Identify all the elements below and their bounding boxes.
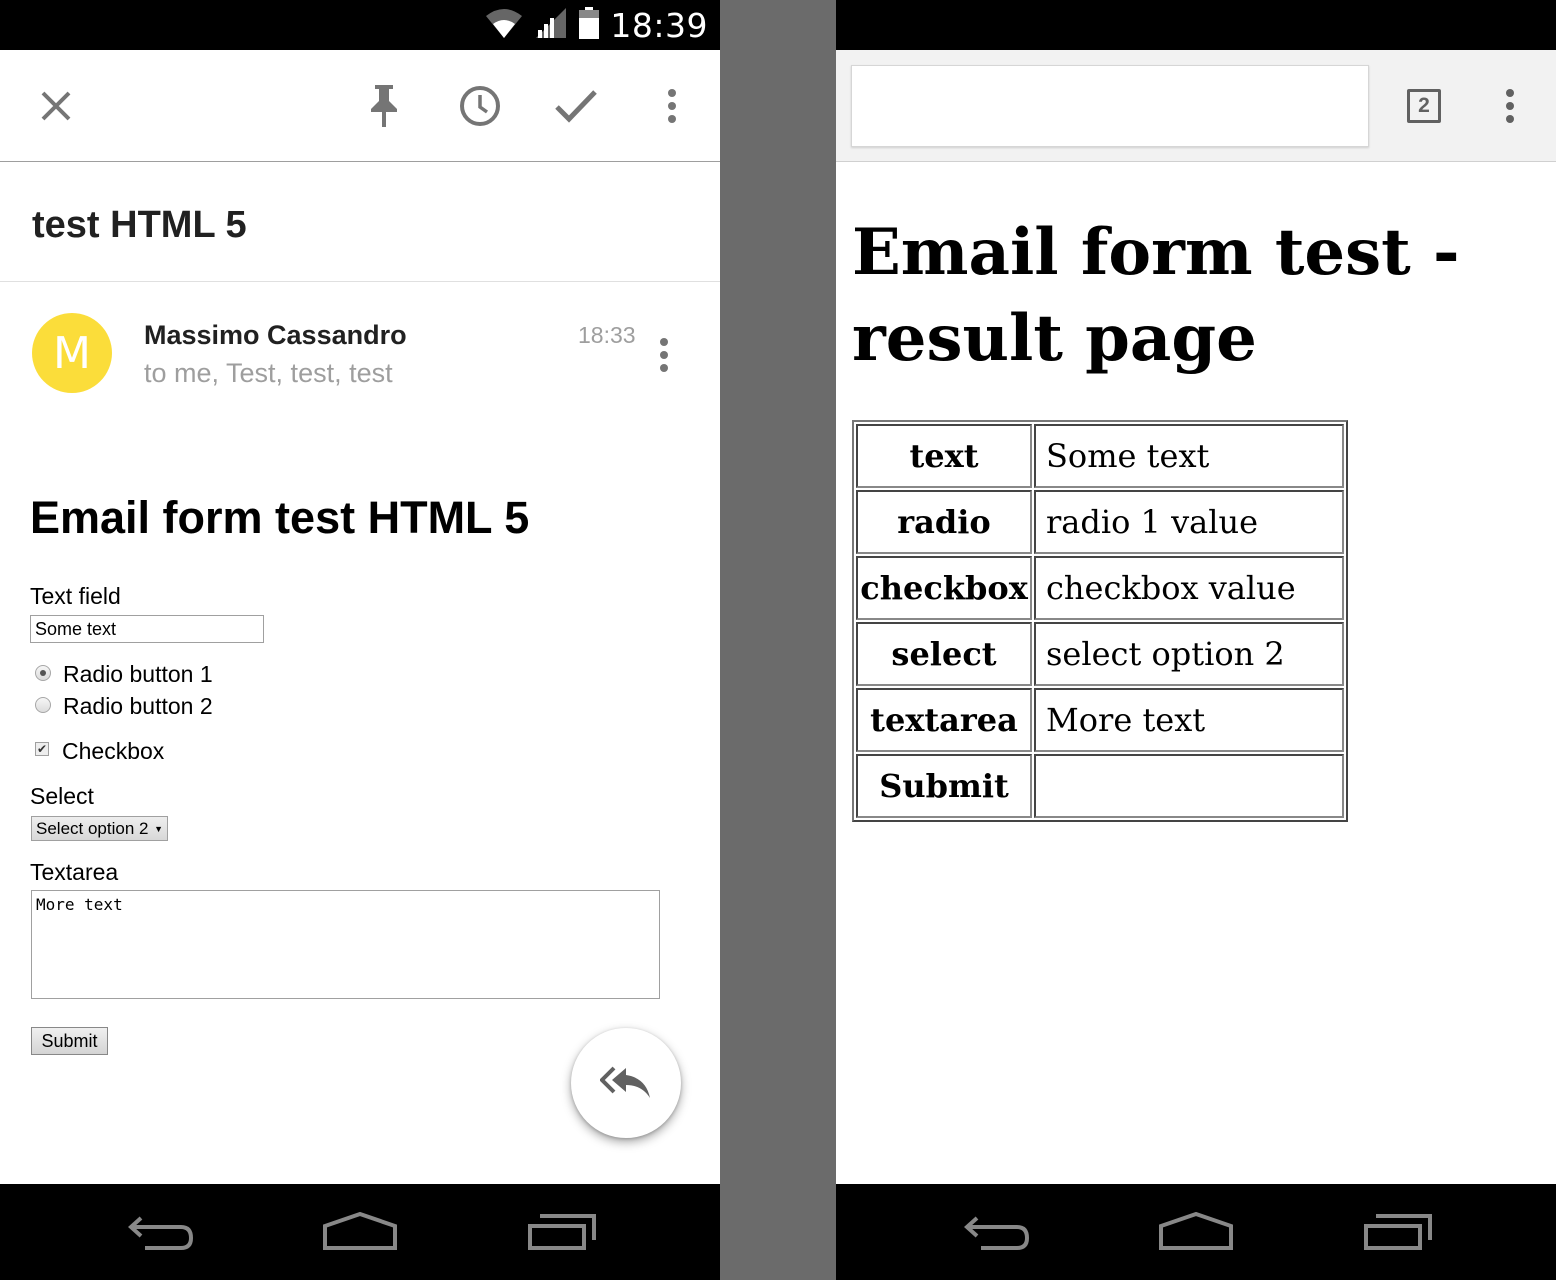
more-vert-icon [660,338,668,372]
more-vert-icon [1506,89,1514,123]
nav-home-button[interactable] [1156,1204,1236,1260]
pin-button[interactable] [356,78,412,134]
reply-all-icon [600,1066,650,1098]
table-key: textarea [856,688,1032,752]
result-table: text Some text radio radio 1 value check… [852,420,1348,822]
check-icon [555,90,597,123]
subject-row: test HTML 5 [0,162,720,282]
browser-screen: 2 Email form test - result page text Som… [836,0,1556,1280]
table-row: checkbox checkbox value [856,556,1344,620]
nav-recents-button[interactable] [522,1204,602,1260]
table-row: radio radio 1 value [856,490,1344,554]
submit-button[interactable]: Submit [31,1027,108,1055]
tab-switcher-button[interactable]: 2 [1404,86,1444,126]
table-key: select [856,622,1032,686]
close-icon [41,91,71,121]
done-button[interactable] [548,78,604,134]
radio-button-2-label: Radio button 2 [63,693,213,719]
browser-menu-button[interactable] [1494,82,1526,130]
battery-icon [578,6,600,45]
status-bar: 18:39 [0,0,720,50]
nav-home-button[interactable] [320,1204,400,1260]
table-key: checkbox [856,556,1032,620]
table-value: checkbox value [1034,556,1344,620]
recents-icon [1364,1214,1432,1250]
checkbox[interactable]: ✔ [35,742,49,756]
sender-name[interactable]: Massimo Cassandro [144,320,407,351]
radio-button-1-label: Radio button 1 [63,661,213,687]
wifi-icon [484,6,524,45]
more-vert-icon [668,89,676,123]
email-app-screen: 18:39 test HTML 5 M Massimo Cassandro to… [0,0,720,1280]
status-time: 18:39 [610,5,708,45]
snooze-button[interactable] [452,78,508,134]
email-subject: test HTML 5 [32,204,247,246]
signal-icon [534,6,568,45]
radio-button-1[interactable] [35,665,51,681]
back-icon [964,1216,1030,1250]
table-row: select select option 2 [856,622,1344,686]
url-bar[interactable] [851,65,1369,147]
status-icons: 18:39 [484,0,708,50]
reply-all-button[interactable] [571,1028,681,1138]
nav-recents-button[interactable] [1358,1204,1438,1260]
table-value: More text [1034,688,1344,752]
table-key: radio [856,490,1032,554]
back-icon [128,1216,194,1250]
close-button[interactable] [28,78,84,134]
clock-icon [460,86,500,126]
textarea-label: Textarea [30,859,119,885]
table-value [1034,754,1344,818]
table-row: text Some text [856,424,1344,488]
select-value: Select option 2 [36,818,149,838]
tab-count-icon: 2 [1407,89,1441,123]
home-icon [1159,1212,1233,1250]
form-title: Email form test HTML 5 [30,492,530,543]
nav-back-button[interactable] [120,1204,200,1260]
table-key: text [856,424,1032,488]
table-value: select option 2 [1034,622,1344,686]
system-nav-bar [836,1184,1556,1280]
message-more-button[interactable] [648,333,680,377]
table-row: Submit [856,754,1344,818]
textarea-input[interactable]: More text [31,890,660,999]
recipients[interactable]: to me, Test, test, test [144,358,393,389]
sender-avatar[interactable]: M [32,313,112,393]
pin-icon [371,85,397,127]
dropdown-arrow-icon: ▼ [154,823,163,834]
radio-button-2[interactable] [35,697,51,713]
table-key: Submit [856,754,1032,818]
text-field-input[interactable]: Some text [30,615,264,643]
checkbox-label: Checkbox [62,738,165,764]
table-value: radio 1 value [1034,490,1344,554]
status-bar [836,0,1556,50]
recents-icon [528,1214,596,1250]
browser-toolbar: 2 [836,50,1556,162]
toolbar-more-button[interactable] [644,78,700,134]
result-page-title: Email form test - result page [852,215,1460,376]
home-icon [323,1212,397,1250]
select-label: Select [30,783,94,809]
table-value: Some text [1034,424,1344,488]
mail-toolbar [0,50,720,162]
checkmark-icon: ✔ [36,742,48,756]
select-dropdown[interactable]: Select option 2 ▼ [31,816,168,841]
mail-time: 18:33 [578,322,636,348]
table-row: textarea More text [856,688,1344,752]
nav-back-button[interactable] [956,1204,1036,1260]
system-nav-bar [0,1184,720,1280]
text-field-label: Text field [30,583,121,609]
